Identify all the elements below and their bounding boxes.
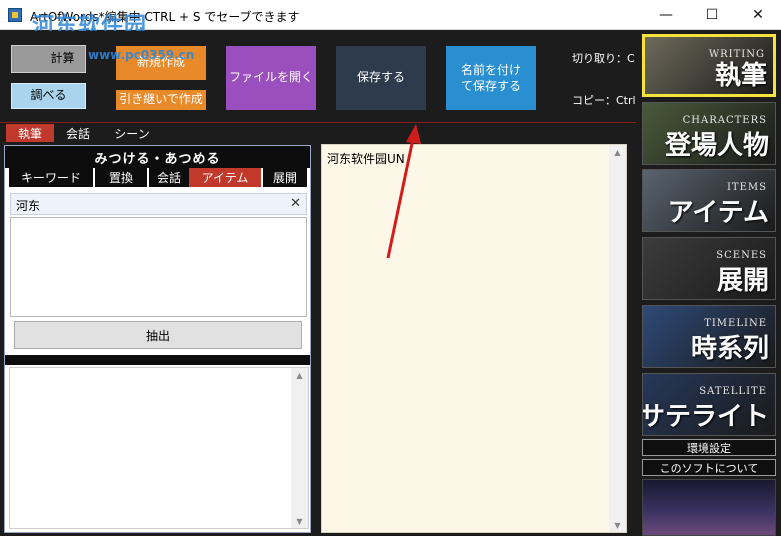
sidebar-item-characters[interactable]: CHARACTERS 登場人物 <box>642 102 776 165</box>
copy-shortcut-hint: コピー：Ctrl <box>572 94 636 107</box>
search-input[interactable]: 河东 ✕ <box>10 193 307 215</box>
maximize-button[interactable]: ☐ <box>689 0 735 30</box>
sidebar-item-satellite-label: サテライト <box>642 402 769 432</box>
save-as-label: 名前を付けて保存する <box>460 62 521 93</box>
tab-scene[interactable]: シーン <box>104 124 160 142</box>
toolbar-divider <box>0 122 636 123</box>
sidebar-item-writing[interactable]: WRITING 執筆 <box>642 34 776 97</box>
sidebar-item-scenes-label: 展開 <box>716 266 769 296</box>
sidebar-item-items-label: アイテム <box>667 198 769 228</box>
extract-output-area[interactable]: ▲ ▼ <box>9 367 309 529</box>
save-button[interactable]: 保存する <box>336 46 426 110</box>
extract-button[interactable]: 抽出 <box>14 321 302 349</box>
clear-icon[interactable]: ✕ <box>290 196 301 211</box>
about-button[interactable]: このソフトについて <box>642 459 776 476</box>
search-panel: みつける・あつめる キーワード 置換 会話 アイテム 展開 河东 ✕ 抽出 ▲ … <box>4 145 311 533</box>
scroll-down-icon[interactable]: ▼ <box>609 518 626 532</box>
cut-shortcut-hint: 切り取り：C <box>572 52 635 65</box>
title-bar: ArtOfWords*編集中 CTRL + S でセーブできます 河东软件园 —… <box>0 0 781 39</box>
close-button[interactable]: ✕ <box>735 0 781 30</box>
main-editor[interactable]: 河东软件园UN ▲ ▼ <box>321 144 627 533</box>
panel-divider <box>5 355 310 365</box>
minimize-button[interactable]: — <box>643 0 689 30</box>
app-icon <box>8 8 22 22</box>
sidebar-item-scenes[interactable]: SCENES 展開 <box>642 237 776 300</box>
sidebar-item-items[interactable]: ITEMS アイテム <box>642 169 776 232</box>
subtab-keyword[interactable]: キーワード <box>9 168 93 187</box>
sidebar-item-timeline[interactable]: TIMELINE 時系列 <box>642 305 776 368</box>
calc-button[interactable]: 計算 <box>11 45 86 73</box>
subtab-replace[interactable]: 置換 <box>95 168 147 187</box>
toolbar: 計算 調べる 新規作成 引き継いで作成 ファイルを開く 保存する 名前を付けて保… <box>0 31 640 121</box>
search-result-list[interactable] <box>10 217 307 317</box>
sidebar-item-timeline-label: 時系列 <box>690 334 769 364</box>
sidebar-item-characters-label: 登場人物 <box>664 131 769 161</box>
scroll-up-icon[interactable]: ▲ <box>609 145 626 159</box>
search-panel-title: みつける・あつめる <box>5 146 310 168</box>
lookup-button[interactable]: 調べる <box>11 83 86 109</box>
subtab-item[interactable]: アイテム <box>189 168 261 187</box>
scroll-down-icon[interactable]: ▼ <box>291 514 308 528</box>
mode-sidebar: WRITING 執筆 CHARACTERS 登場人物 ITEMS アイテム SC… <box>640 31 781 536</box>
editor-content: 河东软件园UN <box>327 152 405 166</box>
subtab-expand[interactable]: 展開 <box>263 168 307 187</box>
open-file-button[interactable]: ファイルを開く <box>226 46 316 110</box>
scroll-up-icon[interactable]: ▲ <box>291 368 308 382</box>
sidebar-item-writing-label: 執筆 <box>714 61 767 91</box>
output-scrollbar[interactable]: ▲ ▼ <box>291 368 308 528</box>
sidebar-banner-image <box>642 479 776 536</box>
search-input-value: 河东 <box>16 199 41 213</box>
subtab-dialogue[interactable]: 会話 <box>149 168 189 187</box>
tab-writing[interactable]: 執筆 <box>6 124 54 142</box>
calc-label: 計算 <box>50 51 75 66</box>
inherit-new-button[interactable]: 引き継いで作成 <box>116 90 206 110</box>
save-as-button[interactable]: 名前を付けて保存する <box>446 46 536 110</box>
editor-scrollbar[interactable]: ▲ ▼ <box>609 145 626 532</box>
settings-button[interactable]: 環境設定 <box>642 439 776 456</box>
sidebar-item-satellite[interactable]: SATELLITE サテライト <box>642 373 776 436</box>
watermark-url: www.pc0359.cn <box>88 48 195 62</box>
tab-dialogue[interactable]: 会話 <box>58 124 98 142</box>
